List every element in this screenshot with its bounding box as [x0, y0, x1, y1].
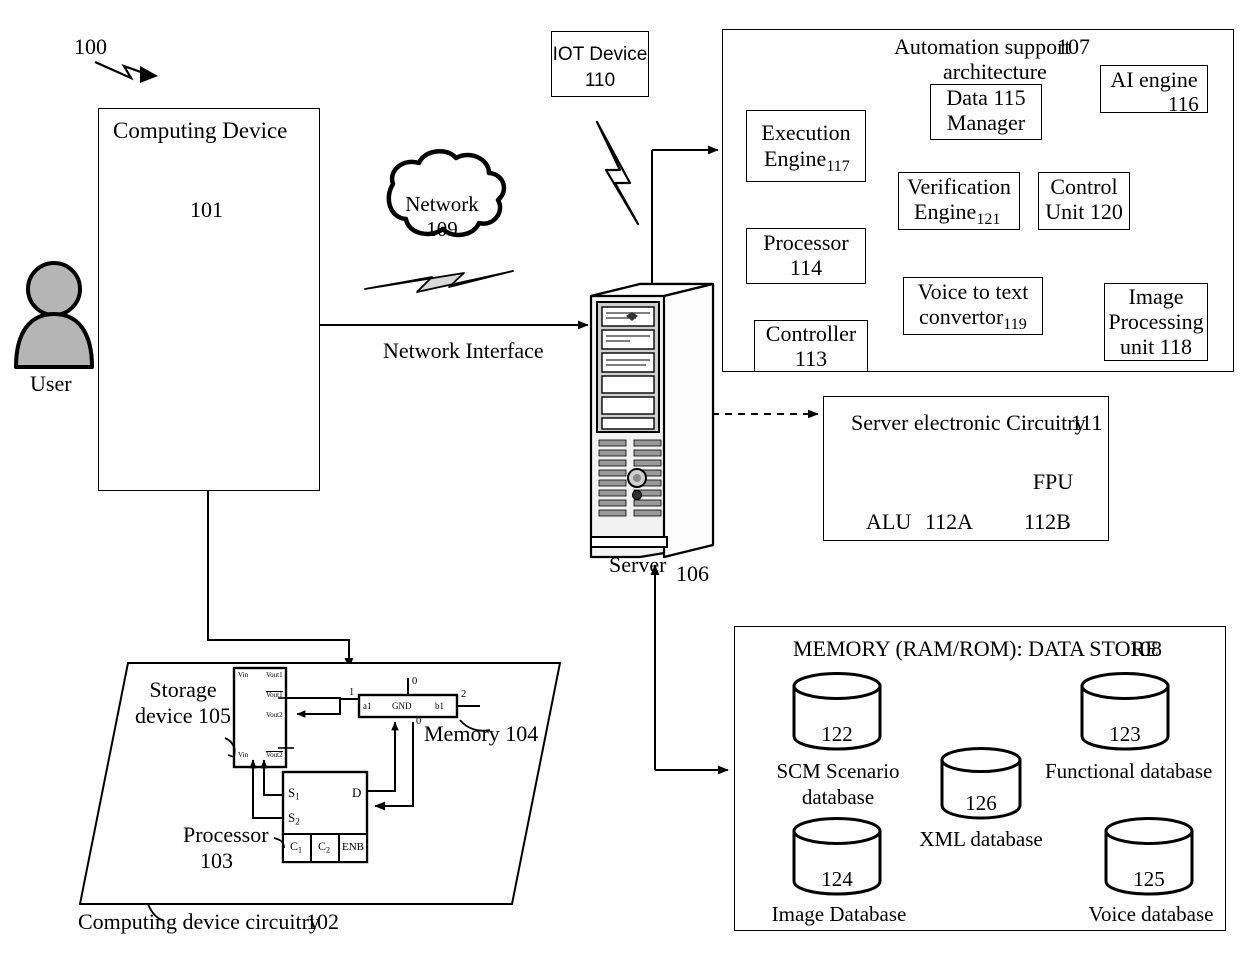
pin-vout2-bar: Vout2	[266, 751, 283, 759]
memory-ref: 104	[505, 721, 539, 746]
control-unit-line2: Unit 120	[1045, 199, 1123, 224]
db-ref-123: 123	[1109, 722, 1141, 746]
memory-store-title: MEMORY (RAM/ROM): DATA STORE	[793, 636, 1159, 661]
architecture-processor-line1: Processor	[763, 230, 849, 255]
storage-device-ref: 105	[197, 703, 231, 728]
control-unit-ref: 120	[1089, 199, 1123, 224]
verification-engine-line1: Verification	[907, 174, 1011, 199]
circuit-processor-ref: 103	[200, 848, 233, 873]
network-ref: 109	[426, 217, 458, 241]
pin-vout1: Vout1	[266, 671, 283, 679]
architecture-processor-ref: 114	[789, 255, 823, 280]
figure-canvas: 100 Computing Device 101 User Network 10…	[0, 0, 1240, 976]
server-label: Server	[609, 552, 667, 577]
computing-device-ref: 101	[190, 197, 223, 222]
fpu-ref: 112B	[1024, 509, 1071, 534]
leader-lines	[147, 719, 491, 922]
pin-vout1-bar: Vout1	[266, 691, 283, 699]
image-processing-ref: 118	[1159, 334, 1192, 359]
pin-n0-top: 0	[412, 676, 418, 687]
server-to-architecture-arrow	[647, 145, 719, 316]
network-interface-label: Network Interface	[383, 338, 544, 363]
pin-vout2: Vout2	[266, 711, 283, 719]
pin-vin-bottom: Vin	[238, 751, 249, 759]
pin-mux-left: a1	[363, 701, 372, 711]
storage-device-line2: device 105	[135, 703, 231, 728]
pin-c2: C2	[318, 839, 331, 855]
figure-ref-arrow	[94, 60, 158, 83]
network-lightning-icon	[364, 270, 514, 293]
control-unit-line1: Control	[1050, 174, 1118, 199]
db-ref-126: 126	[965, 791, 997, 815]
data-manager-line2: Manager	[946, 110, 1026, 135]
iot-device-label: IOT Device	[552, 44, 648, 65]
image-processing-line3: unit 118	[1120, 334, 1192, 359]
figure-ref-label: 100	[74, 34, 107, 59]
pin-mux-center: GND	[392, 701, 412, 711]
db-label-voice: Voice database	[1088, 902, 1214, 926]
db-label-scm-line2: database	[801, 785, 875, 809]
ai-engine-line1: AI engine	[1110, 67, 1198, 92]
pin-n2: 2	[461, 689, 467, 700]
data-manager-ref: 115	[993, 85, 1026, 110]
circuitry-caption: Computing device circuitry	[78, 909, 320, 934]
architecture-title-line2: architecture	[943, 59, 1047, 84]
computing-device-box	[98, 108, 320, 491]
alu-ref: 112A	[925, 509, 974, 534]
image-processing-line1: Image	[1128, 284, 1184, 309]
storage-device-line1: Storage	[149, 677, 217, 702]
ai-engine-ref: 116	[1168, 92, 1199, 116]
server-circuitry-ref: 111	[1071, 410, 1103, 435]
verification-engine-line2: Engine121	[914, 199, 1001, 228]
memory-label: Memory 104	[424, 721, 539, 746]
circuit-processor-label: Processor	[183, 822, 269, 847]
db-label-functional: Functional database	[1045, 759, 1213, 783]
server-to-memory-arrow	[650, 564, 729, 775]
pin-c1: C1	[290, 839, 303, 855]
execution-engine-line1: Execution	[761, 120, 851, 145]
pin-d: D	[352, 785, 362, 800]
pin-s2: S2	[288, 810, 300, 827]
controller-line1: Controller	[765, 321, 857, 346]
data-manager-line1: Data 115	[946, 85, 1026, 110]
voice-to-text-line1: Voice to text	[917, 279, 1029, 304]
fpu-label: FPU	[1032, 469, 1074, 494]
pin-vin-top: Vin	[238, 671, 249, 679]
server-circuitry-title: Server electronic Circuitry	[851, 410, 1086, 435]
pin-s1: S1	[288, 785, 300, 802]
voice-to-text-line2: convertor119	[919, 304, 1027, 333]
pin-n1: 1	[349, 687, 355, 698]
network-label: Network	[405, 192, 479, 216]
circuitry-caption-ref: 102	[306, 909, 339, 934]
pin-n0-bottom: 0	[416, 716, 422, 727]
db-label-image: Image Database	[771, 902, 907, 926]
server-ref: 106	[676, 561, 709, 586]
pin-mux-right: b1	[435, 701, 444, 711]
db-ref-125: 125	[1133, 867, 1165, 891]
iot-device-ref: 110	[584, 70, 616, 91]
execution-engine-ref: 117	[826, 157, 850, 175]
server-tower-icon	[589, 282, 715, 559]
db-label-xml: XML database	[919, 827, 1043, 851]
db-ref-124: 124	[821, 867, 853, 891]
iot-lightning-icon	[595, 120, 640, 226]
memory-store-ref: 108	[1129, 636, 1162, 661]
execution-engine-line2: Engine117	[764, 146, 850, 175]
db-ref-122: 122	[821, 722, 853, 746]
pin-enb: ENB	[342, 841, 364, 853]
alu-label: ALU	[866, 509, 912, 534]
user-avatar-icon	[14, 261, 94, 369]
controller-ref: 113	[794, 346, 828, 371]
db-label-scm-line1: SCM Scenario	[776, 759, 900, 783]
user-label: User	[30, 371, 72, 396]
verification-engine-ref: 121	[976, 210, 1001, 228]
voice-to-text-ref: 119	[1003, 315, 1027, 333]
architecture-title-ref: 107	[1057, 34, 1090, 59]
image-processing-line2: Processing	[1108, 309, 1204, 334]
computing-device-title: Computing Device	[113, 118, 288, 143]
memory-mux-block	[340, 678, 480, 719]
architecture-title-line1: Automation support	[894, 34, 1071, 59]
device-to-circuitry-arrow	[207, 491, 354, 669]
